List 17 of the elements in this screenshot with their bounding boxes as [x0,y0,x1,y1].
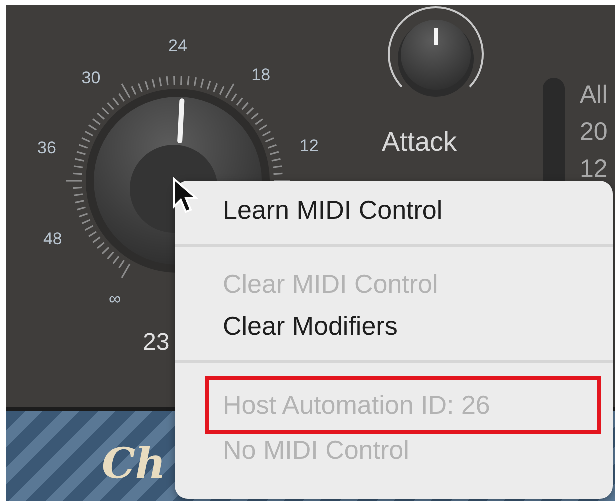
meter-label: 20 [580,120,608,145]
cursor-icon [172,177,198,215]
scale-label: 36 [38,140,56,157]
menu-item[interactable]: Clear Modifiers [175,306,613,348]
attack-knob[interactable] [398,20,474,97]
meter-label: All [580,83,608,108]
scale-label: 18 [252,66,271,84]
dial-value: 23 [143,331,170,355]
menu-item[interactable]: Learn MIDI Control [175,190,613,232]
scale-label: 48 [43,230,62,248]
knob-label: Attack [382,129,458,156]
scale-label: 12 [300,137,319,154]
scale-label: 30 [82,69,101,86]
scale-label: 24 [168,38,188,54]
meter-label: 12 [580,157,608,182]
logo: Ch [102,443,166,485]
scale-label: ∞ [109,290,122,308]
